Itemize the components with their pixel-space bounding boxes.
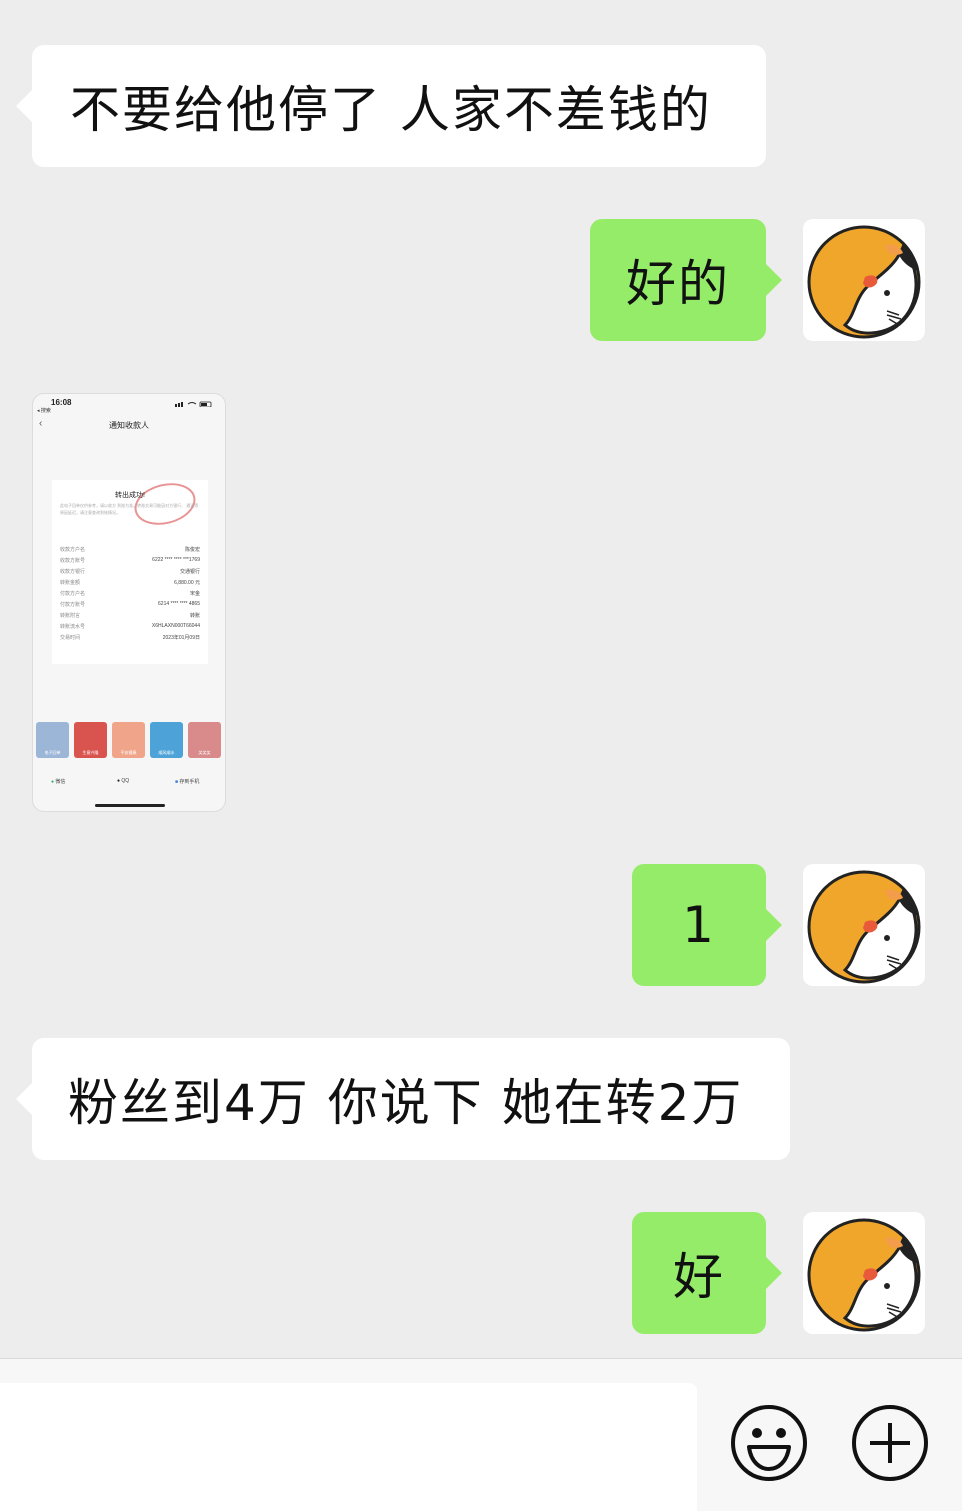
incoming-message-bubble[interactable]: 粉丝到4万 你说下 她在转2万	[16, 1038, 790, 1160]
chat-input-bar	[0, 1358, 962, 1511]
incoming-message-bubble[interactable]: 不要给他停了 人家不差钱的	[16, 45, 766, 167]
share-tile: 笑笑笑	[188, 722, 221, 758]
receipt-row: 转账金额 6,880.00 元	[60, 580, 200, 586]
share-targets: ● 微信 ● QQ ■ 存到手机	[33, 778, 225, 790]
home-indicator	[95, 804, 165, 807]
receipt-row: 转账流水号 X6HLAXN000T66044	[60, 623, 200, 630]
receipt-title: 转出成功!	[115, 492, 145, 499]
cat-dog-avatar-icon	[807, 870, 921, 984]
add-button[interactable]	[850, 1403, 930, 1483]
emoji-icon	[731, 1405, 807, 1481]
receipt-description: 此电子回单仅供参考，请以收方 到账为准。转账交易可能因对方银行、 通讯等原因延迟…	[60, 503, 199, 515]
share-target-wechat: ● 微信	[51, 779, 66, 785]
cat-dog-avatar-icon	[807, 225, 921, 339]
message-text: 好	[673, 1248, 725, 1306]
receipt-row: 收款方银行 交通银行	[60, 569, 200, 575]
receipt-row: 转账附言 转账	[60, 613, 200, 619]
share-tile: 生意兴隆	[74, 722, 107, 758]
share-target-qq: ● QQ	[117, 778, 130, 784]
cat-dog-avatar-icon	[807, 1218, 921, 1332]
receipt-row: 收款方户名 陈俊宏	[60, 547, 200, 553]
share-card-options: 电子回单 生意兴隆 平安健康 顺风顺水 笑笑笑	[36, 722, 224, 758]
share-tile: 平安健康	[112, 722, 145, 758]
message-text: 不要给他停了 人家不差钱的	[70, 81, 712, 139]
phone-nav-title: 通知收款人	[109, 421, 149, 430]
message-text: 好的	[626, 255, 730, 313]
message-text: 粉丝到4万 你说下 她在转2万	[68, 1074, 744, 1132]
transfer-receipt: 转出成功! 此电子回单仅供参考，请以收方 到账为准。转账交易可能因对方银行、 通…	[52, 477, 208, 664]
plus-circle-icon	[852, 1405, 928, 1481]
outgoing-message-bubble[interactable]: 好的	[590, 219, 782, 341]
phone-status-time: 16:08	[51, 398, 72, 407]
share-target-save: ■ 存到手机	[175, 779, 200, 785]
outgoing-message-bubble[interactable]: 好	[632, 1212, 782, 1334]
message-text: 1	[682, 896, 716, 954]
share-tile: 电子回单	[36, 722, 69, 758]
self-avatar[interactable]	[803, 1212, 925, 1334]
signal-battery-icon	[175, 401, 212, 407]
receipt-row: 付款方账号 6214 **** **** 4865	[60, 601, 200, 608]
share-tile: 顺风顺水	[150, 722, 183, 758]
receipt-row: 收款方账号 6222 **** **** ***1769	[60, 557, 200, 564]
message-input[interactable]	[0, 1383, 697, 1511]
phone-status-back: ◂ 搜索	[37, 408, 51, 414]
outgoing-message-bubble[interactable]: 1	[632, 864, 782, 986]
self-avatar[interactable]	[803, 219, 925, 341]
receipt-row: 付款方户名 宋金	[60, 591, 200, 597]
receipt-row: 交易时间 2023年01月09日	[60, 635, 200, 641]
self-avatar[interactable]	[803, 864, 925, 986]
emoji-button[interactable]	[729, 1403, 809, 1483]
image-message[interactable]: 16:08 ◂ 搜索 ‹ 通知收款人 转出成功! 此电子回单仅供参考，请以收方 …	[32, 393, 226, 812]
